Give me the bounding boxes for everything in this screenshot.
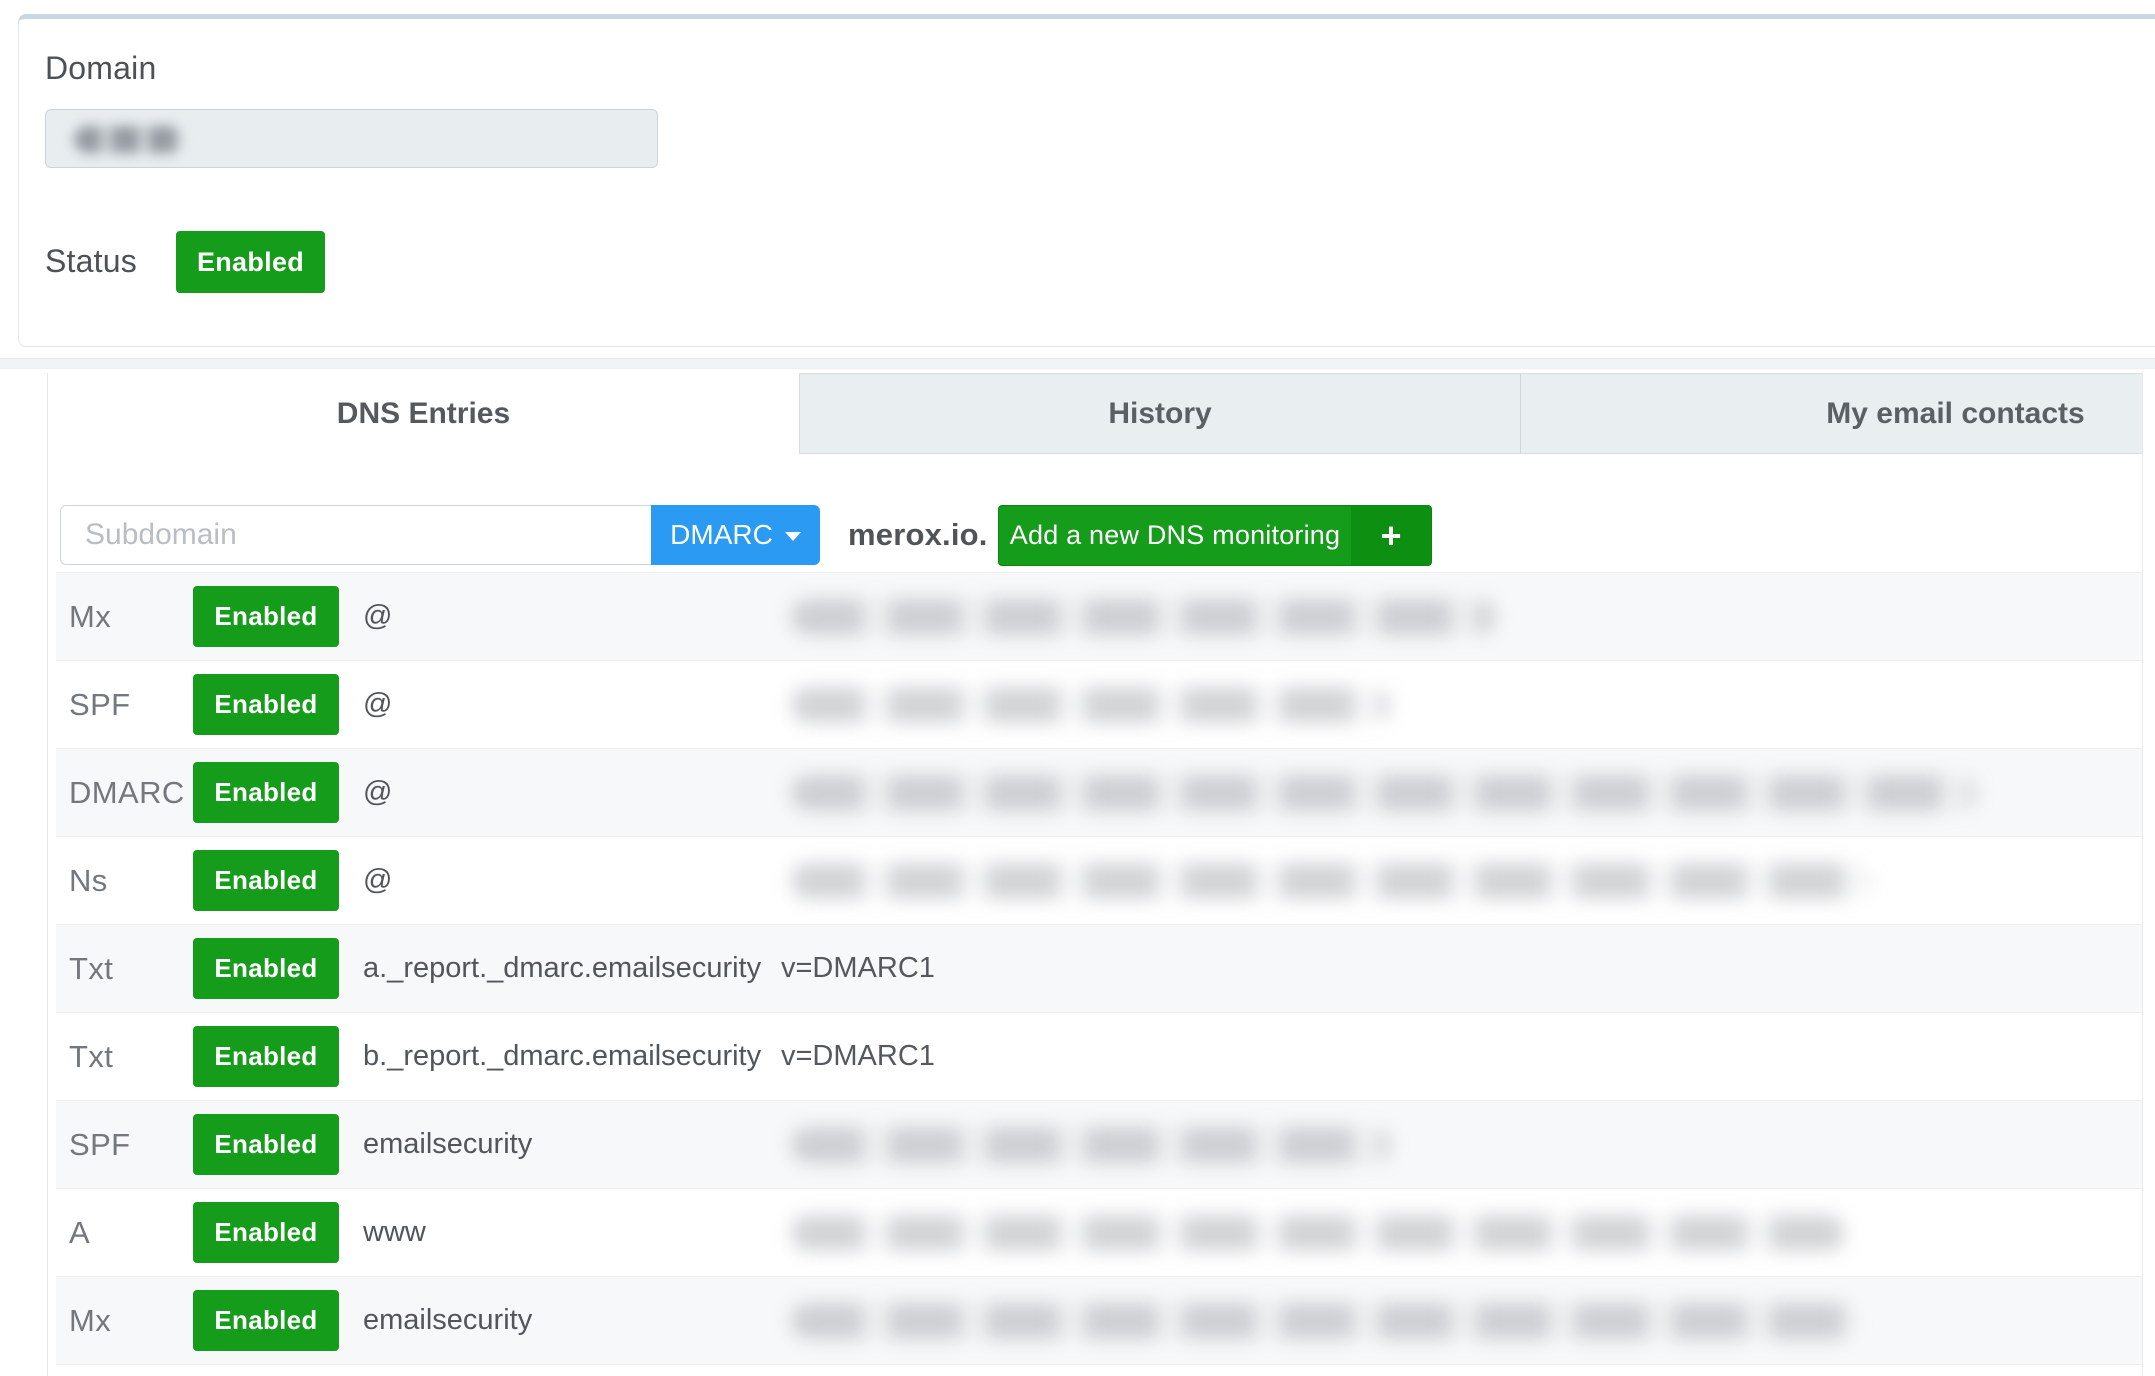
status-badge[interactable]: Enabled — [193, 1290, 339, 1351]
dns-value — [781, 749, 1976, 836]
tab-dns-entries[interactable]: DNS Entries — [48, 373, 799, 454]
table-row[interactable]: Txt Enabled a._report._dmarc.emailsecuri… — [56, 924, 2143, 1012]
table-row[interactable]: Mx Enabled emailsecurity — [56, 1276, 2143, 1364]
redacted-value — [791, 1127, 1390, 1163]
status-badge[interactable]: Enabled — [193, 850, 339, 911]
domain-field[interactable] — [45, 109, 658, 168]
table-row[interactable]: DMARC Enabled @ — [56, 748, 2143, 836]
redacted-value — [791, 687, 1390, 723]
status-badge[interactable]: Enabled — [193, 1114, 339, 1175]
dns-subdomain: @ — [363, 573, 392, 660]
dns-type: Txt — [69, 1013, 113, 1100]
redacted-value — [791, 599, 1495, 635]
dns-type: Mx — [69, 573, 111, 660]
status-badge[interactable]: Enabled — [193, 1202, 339, 1263]
section-divider — [0, 358, 2155, 369]
dns-monitoring-page: { "domain_section": { "domain_label": "D… — [0, 0, 2155, 1376]
dns-subdomain: @ — [363, 837, 392, 924]
status-badge[interactable]: Enabled — [193, 762, 339, 823]
status-badge[interactable]: Enabled — [193, 1026, 339, 1087]
dns-subdomain: emailsecurity — [363, 1101, 532, 1188]
chevron-down-icon — [785, 532, 801, 541]
table-row[interactable]: Txt Enabled b._report._dmarc.emailsecuri… — [56, 1012, 2143, 1100]
dns-value: v=DMARC1 — [781, 925, 935, 1012]
status-badge[interactable]: Enabled — [193, 586, 339, 647]
table-row[interactable]: A Enabled www — [56, 1188, 2143, 1276]
dns-type: Ns — [69, 837, 108, 924]
dns-subdomain: @ — [363, 661, 392, 748]
domain-card: Domain Status Enabled — [18, 14, 2155, 347]
tab-history-label: History — [1108, 397, 1211, 431]
dns-subdomain: a._report._dmarc.emailsecurity — [363, 925, 761, 1012]
dns-value — [781, 573, 1495, 660]
tab-dns-entries-label: DNS Entries — [337, 397, 510, 431]
dns-type: Mx — [69, 1277, 111, 1364]
dns-value — [781, 1101, 1390, 1188]
plus-icon: + — [1351, 506, 1431, 565]
add-dns-monitoring-label: Add a new DNS monitoring — [999, 506, 1351, 565]
dns-subdomain: b._report._dmarc.emailsecurity — [363, 1013, 761, 1100]
redacted-value — [791, 1215, 1845, 1251]
dns-type: SPF — [69, 661, 131, 748]
tab-my-email-contacts[interactable]: My email contacts — [1520, 373, 2143, 454]
status-badge[interactable]: Enabled — [193, 938, 339, 999]
table-row[interactable]: Ns Enabled @ — [56, 836, 2143, 924]
dns-value: v=DMARC1 — [781, 1013, 935, 1100]
table-row[interactable]: SPF Enabled emailsecurity — [56, 1100, 2143, 1188]
dns-value — [781, 661, 1390, 748]
dns-type: SPF — [69, 1101, 131, 1188]
redacted-domain-value — [74, 126, 182, 153]
redacted-value — [791, 775, 1976, 811]
domain-status-badge[interactable]: Enabled — [176, 231, 325, 293]
domain-suffix-text: merox.io. — [848, 505, 988, 565]
dns-value — [781, 1189, 1845, 1276]
domain-label: Domain — [45, 50, 156, 87]
dns-subdomain: emailsecurity — [363, 1277, 532, 1364]
dns-type: A — [69, 1189, 90, 1276]
tab-my-email-contacts-label: My email contacts — [1826, 397, 2084, 431]
dns-type: Txt — [69, 925, 113, 1012]
tab-history[interactable]: History — [799, 373, 1520, 454]
redacted-value — [791, 863, 1871, 899]
subdomain-input[interactable] — [60, 505, 652, 565]
dns-card: DNS Entries History My email contacts DM… — [47, 373, 2143, 1376]
table-row[interactable]: SPF Enabled @ — [56, 660, 2143, 748]
tab-bar: DNS Entries History My email contacts — [48, 373, 2143, 454]
dns-type: DMARC — [69, 749, 185, 836]
dns-value — [781, 837, 1871, 924]
status-badge[interactable]: Enabled — [193, 674, 339, 735]
redacted-value — [791, 1303, 1857, 1339]
table-row[interactable]: Mx Enabled @ — [56, 572, 2143, 660]
add-dns-monitoring-button[interactable]: Add a new DNS monitoring + — [998, 505, 1432, 566]
record-type-dropdown[interactable]: DMARC — [651, 505, 820, 565]
dns-subdomain: @ — [363, 749, 392, 836]
dns-value — [781, 1277, 1857, 1364]
record-type-dropdown-label: DMARC — [670, 519, 773, 551]
status-label: Status — [45, 243, 137, 280]
dns-entries-table: Mx Enabled @ SPF Enabled @ DMARC Enabled… — [56, 572, 2143, 1376]
table-row-partial — [56, 1364, 2143, 1376]
dns-subdomain: www — [363, 1189, 426, 1276]
